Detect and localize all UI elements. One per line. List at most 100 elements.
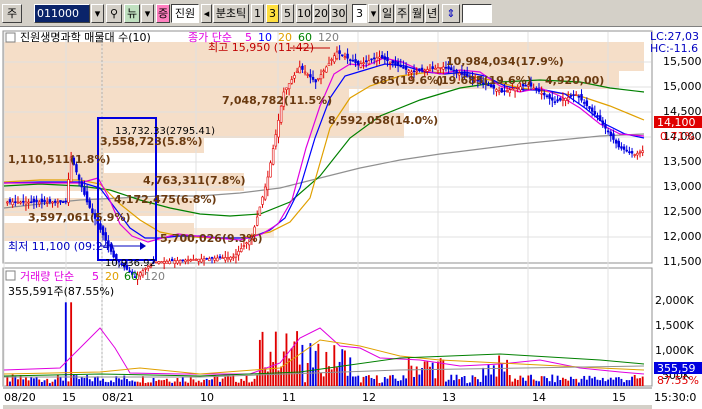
candle bbox=[168, 260, 171, 264]
volume-bar bbox=[482, 367, 485, 386]
volume-bar bbox=[317, 343, 320, 386]
period-button-20[interactable]: 20 bbox=[313, 4, 329, 23]
dropdown-arrow-icon[interactable]: ▾ bbox=[141, 4, 154, 23]
volume-bar bbox=[564, 378, 567, 386]
profile-label: 5,700,026(9.3%) bbox=[160, 232, 263, 245]
mode-badge[interactable]: 증 bbox=[156, 4, 170, 23]
volume-bar bbox=[248, 382, 251, 386]
candle bbox=[364, 60, 368, 63]
volume-bar bbox=[561, 377, 564, 386]
dropdown-arrow-icon[interactable]: ▾ bbox=[368, 4, 379, 23]
tick-type-button[interactable]: 분초틱 bbox=[213, 4, 249, 23]
vol-ma120-legend: 120 bbox=[144, 270, 165, 283]
volume-bar bbox=[617, 377, 620, 386]
period-type-year[interactable]: 년 bbox=[425, 4, 439, 23]
volume-bar bbox=[306, 362, 309, 386]
candle bbox=[628, 151, 631, 153]
profile-label: (19.685(19.6%) bbox=[436, 74, 532, 87]
stock-chart[interactable]: 13,732.33(2795.41) 10,936.92 10,984,034(… bbox=[0, 28, 702, 409]
candle bbox=[237, 250, 240, 256]
candle bbox=[391, 60, 395, 64]
market-select[interactable]: 주 bbox=[2, 4, 22, 23]
panel-collapse-icon[interactable] bbox=[5, 32, 16, 43]
volume-bar bbox=[389, 375, 392, 386]
y-tick: 12,500 bbox=[663, 205, 702, 218]
period-type-day[interactable]: 일 bbox=[380, 4, 394, 23]
candle bbox=[388, 61, 392, 64]
current-volume-pct: 87.55% bbox=[657, 374, 699, 387]
period-button-5[interactable]: 5 bbox=[281, 4, 294, 23]
volume-bar bbox=[261, 331, 264, 386]
panel-collapse-icon[interactable] bbox=[5, 270, 16, 281]
candle bbox=[606, 130, 610, 133]
candle bbox=[569, 95, 573, 97]
candle bbox=[452, 69, 456, 72]
volume-bar bbox=[83, 377, 86, 386]
volume-bar bbox=[484, 375, 487, 386]
volume-bar bbox=[397, 380, 400, 386]
candle bbox=[551, 97, 554, 101]
candle bbox=[213, 257, 216, 261]
candle bbox=[48, 199, 52, 203]
vol-ma20-legend: 20 bbox=[105, 270, 119, 283]
candle bbox=[14, 201, 17, 203]
volume-bar bbox=[546, 378, 548, 386]
candle bbox=[6, 201, 9, 204]
candle bbox=[314, 79, 317, 83]
volume-bar bbox=[43, 380, 46, 386]
search-icon[interactable]: ⚲ bbox=[106, 4, 122, 23]
candle bbox=[229, 256, 232, 261]
volume-bar bbox=[378, 382, 381, 386]
stock-code-input[interactable]: 011000 bbox=[34, 4, 90, 23]
candle bbox=[224, 257, 227, 261]
volume-bar bbox=[22, 379, 25, 386]
period-button-10[interactable]: 10 bbox=[296, 4, 312, 23]
count-input[interactable]: 3 bbox=[352, 4, 367, 23]
volume-bar bbox=[192, 379, 195, 386]
volume-bar bbox=[40, 381, 43, 386]
updown-arrow-icon[interactable]: ⇕ bbox=[442, 4, 460, 23]
candle bbox=[601, 120, 605, 125]
candle bbox=[436, 67, 440, 72]
horizontal-scrollbar[interactable] bbox=[3, 405, 652, 409]
selection-low-label: 10,936.92 bbox=[105, 258, 156, 269]
current-pct: 0.71% bbox=[660, 130, 695, 143]
candle bbox=[186, 259, 190, 262]
volume-bar bbox=[229, 376, 232, 386]
candle bbox=[333, 55, 336, 63]
volume-bar bbox=[120, 379, 123, 386]
volume-bar bbox=[9, 381, 11, 386]
period-button-30[interactable]: 30 bbox=[330, 4, 347, 23]
volume-bar bbox=[56, 374, 59, 386]
x-label: 08/21 bbox=[102, 391, 134, 404]
volume-bar bbox=[224, 376, 227, 386]
candle bbox=[585, 100, 589, 107]
caret-left-icon[interactable]: ◂ bbox=[201, 4, 212, 23]
volume-bar bbox=[258, 339, 261, 386]
volume-bar bbox=[580, 378, 583, 386]
candle bbox=[85, 191, 89, 203]
period-button-3[interactable]: 3 bbox=[266, 4, 279, 23]
volume-bar bbox=[59, 376, 62, 386]
volume-bar bbox=[91, 381, 94, 386]
period-type-month[interactable]: 월 bbox=[410, 4, 424, 23]
news-button[interactable]: 뉴 bbox=[124, 4, 140, 23]
candle bbox=[218, 256, 222, 259]
candle bbox=[157, 261, 161, 264]
y-tick: 15,500 bbox=[663, 55, 702, 68]
extra-input[interactable] bbox=[462, 4, 492, 23]
volume-bar bbox=[437, 361, 439, 386]
volume-bar bbox=[216, 376, 219, 386]
volume-bar bbox=[35, 377, 38, 386]
candle bbox=[548, 94, 551, 99]
profile-label: 3,597,061(5.9%) bbox=[28, 211, 131, 224]
period-type-week[interactable]: 주 bbox=[395, 4, 409, 23]
candle bbox=[30, 201, 33, 204]
volume-bar bbox=[607, 379, 610, 386]
dropdown-arrow-icon[interactable]: ▾ bbox=[91, 4, 104, 23]
period-button-1[interactable]: 1 bbox=[251, 4, 264, 23]
volume-bar bbox=[447, 379, 450, 386]
volume-bar bbox=[14, 376, 17, 386]
candle bbox=[338, 50, 341, 54]
volume-bar bbox=[333, 345, 336, 386]
